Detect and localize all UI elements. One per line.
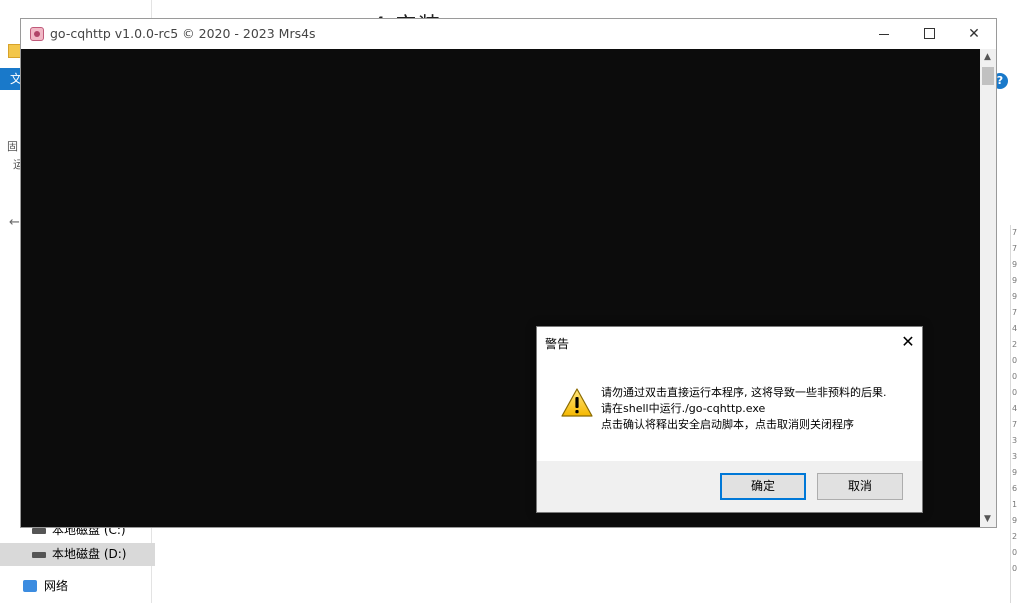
file-size-digit: 0 [1012, 356, 1017, 365]
sidebar-item-label: 本地磁盘 (D:) [52, 547, 127, 561]
file-size-digit: 3 [1012, 452, 1017, 461]
console-title: go-cqhttp v1.0.0-rc5 © 2020 - 2023 Mrs4s [50, 26, 316, 41]
console-scrollbar[interactable]: ▲ ▼ [980, 49, 996, 527]
sidebar-item-network[interactable]: 网络 [0, 575, 155, 598]
scroll-up-icon[interactable]: ▲ [984, 52, 991, 62]
file-size-digit: 9 [1012, 260, 1017, 269]
file-size-digit: 3 [1012, 436, 1017, 445]
file-size-digit: 0 [1012, 388, 1017, 397]
file-size-digit: 9 [1012, 292, 1017, 301]
sidebar-item-drive-d[interactable]: 本地磁盘 (D:) [0, 543, 155, 566]
drive-icon [32, 552, 46, 558]
file-size-digit: 7 [1012, 228, 1017, 237]
content-divider [1010, 225, 1011, 603]
file-size-digit: 0. [1012, 564, 1017, 573]
ribbon-file-tab[interactable]: 文 [0, 68, 22, 90]
file-size-column: 7 7 9 9 9 7 4 2 0 0 0 4 7 3 3 9 6 1 9 2 0 0. [1012, 225, 1017, 577]
file-size-digit: 2 [1012, 340, 1017, 349]
sidebar-item-label: 网络 [44, 579, 69, 593]
drive-icon [32, 528, 46, 534]
minimize-button[interactable] [861, 19, 907, 49]
warning-icon [561, 388, 593, 417]
message-line: 点击确认将释出安全启动脚本，点击取消则关闭程序 [601, 418, 854, 431]
maximize-button[interactable] [906, 19, 952, 49]
file-size-digit: 1 [1012, 500, 1017, 509]
message-line: 请勿通过双击直接运行本程序, 这将导致一些非预料的后果. [601, 386, 887, 399]
close-button[interactable]: ✕ [951, 19, 997, 49]
scroll-down-icon[interactable]: ▼ [984, 514, 991, 524]
file-size-digit: 0 [1012, 548, 1017, 557]
back-arrow-icon[interactable]: ← [9, 215, 20, 230]
dialog-close-button[interactable]: ✕ [897, 331, 919, 353]
cancel-button[interactable]: 取消 [817, 473, 903, 500]
dialog-message: 请勿通过双击直接运行本程序, 这将导致一些非预料的后果. 请在shell中运行.… [601, 385, 887, 433]
minimize-icon [879, 34, 889, 35]
dialog-title: 警告 [545, 337, 570, 351]
file-size-digit: 7 [1012, 420, 1017, 429]
file-size-digit: 9 [1012, 276, 1017, 285]
file-size-digit: 4 [1012, 404, 1017, 413]
file-size-digit: 0 [1012, 372, 1017, 381]
file-size-digit: 4 [1012, 324, 1017, 333]
file-size-digit: 2 [1012, 532, 1017, 541]
app-icon [30, 27, 44, 41]
console-titlebar[interactable]: go-cqhttp v1.0.0-rc5 © 2020 - 2023 Mrs4s… [21, 19, 996, 49]
file-size-digit: 7 [1012, 308, 1017, 317]
network-icon [23, 580, 37, 592]
file-size-digit: 7 [1012, 244, 1017, 253]
file-size-digit: 9 [1012, 468, 1017, 477]
file-size-digit: 6 [1012, 484, 1017, 493]
maximize-icon [924, 28, 935, 39]
scroll-thumb[interactable] [982, 67, 994, 85]
ribbon-pin-label: 固 [7, 140, 18, 153]
ok-button[interactable]: 确定 [720, 473, 806, 500]
file-size-digit: 9 [1012, 516, 1017, 525]
warning-dialog: 警告 ✕ 请勿通过双击直接运行本程序, 这将导致一些非预料的后果. 请在shel… [536, 326, 923, 513]
message-line: 请在shell中运行./go-cqhttp.exe [601, 402, 766, 415]
